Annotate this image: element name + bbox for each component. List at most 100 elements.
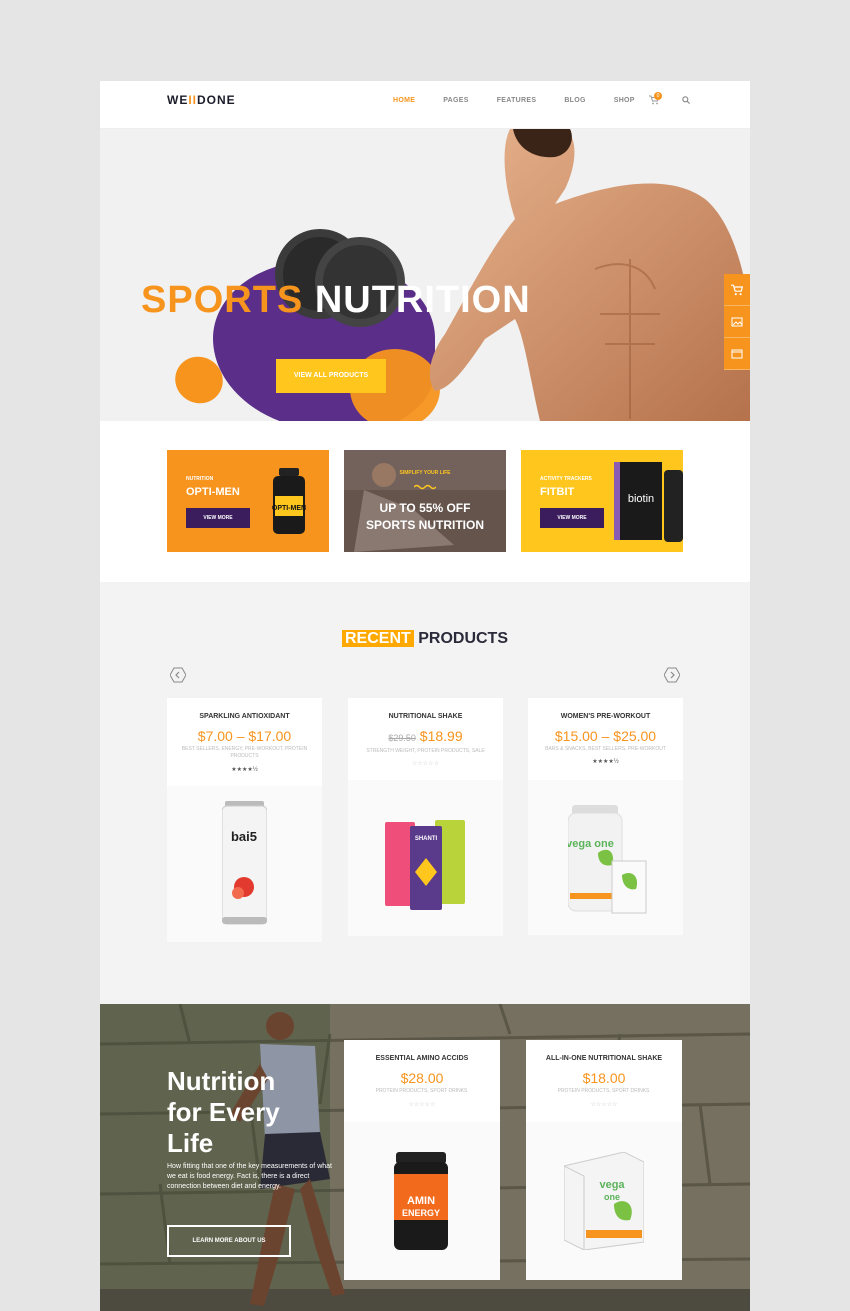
title-line: for Every [167,1097,280,1127]
svg-text:one: one [604,1192,620,1202]
carousel-next-icon[interactable] [664,667,680,683]
site-header: WEIIDONE HOME PAGES FEATURES BLOG SHOP 0 [100,81,750,129]
svg-text:SHANTI: SHANTI [415,836,438,842]
product-categories[interactable]: BARS & SNACKS, BEST SELLERS, PRE-WORKOUT [538,746,673,753]
nav-pages[interactable]: PAGES [443,97,469,104]
promo-sale[interactable]: SIMPLIFY YOUR LIFE UP TO 55% OFF SPORTS … [344,450,506,552]
price-current: $18.99 [419,728,463,744]
product-card[interactable]: ALL-IN-ONE NUTRITIONAL SHAKE $18.00 PROT… [526,1040,682,1280]
heading-rest: PRODUCTS [418,630,508,647]
product-card[interactable]: WOMEN'S PRE-WORKOUT $15.00 – $25.00 BARS… [528,698,683,935]
search-icon[interactable] [682,96,690,104]
supplement-bottle-image: OPTI-MEN [272,468,306,534]
promo-title: FITBIT [540,486,575,498]
svg-text:bai5: bai5 [231,829,257,844]
promo-kicker: NUTRITION [186,476,214,482]
title-line: Nutrition [167,1066,276,1096]
svg-text:OPTI-MEN: OPTI-MEN [272,505,306,512]
svg-text:biotin: biotin [628,493,654,505]
vega-one-tub-image: vega one [568,805,647,914]
site-logo[interactable]: WEIIDONE [167,93,236,107]
side-tab-cart[interactable] [724,274,750,306]
rating-stars: ☆☆☆☆☆ [590,1102,618,1108]
nav-home[interactable]: HOME [393,97,415,104]
promo-fitbit[interactable]: ACTIVITY TRACKERS FITBIT VIEW MORE bioti… [521,450,683,552]
product-card[interactable]: NUTRITIONAL SHAKE $29.50 $18.99 STRENGTH… [348,698,503,936]
product-image[interactable]: vega one [526,1122,682,1280]
price-current: $28.00 [400,1070,444,1086]
recent-products-section: RECENT PRODUCTS SPARKLING ANTIOXIDANT $7… [100,582,750,1004]
hero-banner: SPORTS NUTRITION VIEW ALL PRODUCTS [100,129,750,421]
cart-count-badge: 0 [654,92,662,100]
product-price: $29.50 $18.99 [348,728,503,744]
promo-kicker: SIMPLIFY YOUR LIFE [399,470,451,476]
rating-stars: ★★★★½ [592,759,619,765]
product-categories[interactable]: BEST SELLERS, ENERGY, PRE-WORKOUT, PROTE… [177,746,312,760]
rating-stars: ☆☆☆☆☆ [412,761,439,767]
product-image[interactable]: AMIN ENERGY [344,1122,500,1280]
promo-title: OPTI-MEN [186,486,240,498]
svg-text:vega: vega [599,1179,625,1191]
promo-title-line: SPORTS NUTRITION [365,518,484,532]
product-price: $28.00 [344,1070,500,1086]
logo-prefix: WE [167,93,189,107]
product-name[interactable]: NUTRITIONAL SHAKE [348,713,503,720]
product-name[interactable]: ALL-IN-ONE NUTRITIONAL SHAKE [526,1055,682,1062]
product-image[interactable]: vega one [528,780,683,935]
product-name[interactable]: WOMEN'S PRE-WORKOUT [528,713,683,720]
hero-title-rest: NUTRITION [314,279,531,321]
promo-kicker: ACTIVITY TRACKERS [540,476,592,482]
promo-banners: NUTRITION OPTI-MEN VIEW MORE OPTI-MEN SI… [100,421,750,582]
price-current: $7.00 – $17.00 [197,728,292,744]
hero-title-highlight: SPORTS [141,279,304,321]
product-categories[interactable]: STRENGTH WEIGHT, PROTEIN PRODUCTS, SALE [358,748,493,755]
price-current: $18.00 [582,1070,626,1086]
nav-shop[interactable]: SHOP [614,97,635,104]
promo-title-line: UP TO 55% OFF [379,501,471,515]
learn-more-button[interactable]: LEARN MORE ABOUT US [167,1225,291,1257]
product-image[interactable]: SHANTI [348,780,503,936]
svg-text:vega one: vega one [568,838,614,850]
view-more-button[interactable]: VIEW MORE [540,508,604,528]
vega-one-box-image: vega one [564,1152,644,1250]
price-old: $29.50 [388,733,416,743]
side-toolbar [724,274,750,370]
main-nav: HOME PAGES FEATURES BLOG SHOP [393,97,663,104]
view-more-button[interactable]: VIEW MORE [186,508,250,528]
product-image[interactable]: bai5 [167,786,322,942]
product-name[interactable]: ESSENTIAL AMINO ACCIDS [344,1055,500,1062]
bai-can-image: bai5 [222,801,267,925]
section-title: Nutrition for Every Life [167,1066,280,1159]
athlete-image [429,129,750,421]
product-card[interactable]: SPARKLING ANTIOXIDANT $7.00 – $17.00 BES… [167,698,322,942]
side-tab-demos[interactable] [724,306,750,338]
logo-accent: II [188,93,198,107]
side-tab-layout[interactable] [724,338,750,370]
window-icon [731,349,743,358]
rating-stars: ★★★★½ [231,767,258,773]
heading-highlight: RECENT [341,630,414,647]
product-name[interactable]: SPARKLING ANTIOXIDANT [167,713,322,720]
cart-icon [731,284,743,295]
biotin-box-image: biotin [614,462,683,542]
nutrition-section: Nutrition for Every Life How fitting tha… [100,1004,750,1311]
logo-suffix: DONE [197,93,236,107]
nav-blog[interactable]: BLOG [564,97,585,104]
promo-title: UP TO 55% OFF SPORTS NUTRITION [344,500,506,534]
carousel-prev-icon[interactable] [170,667,186,683]
promo-opti-men[interactable]: NUTRITION OPTI-MEN VIEW MORE OPTI-MEN [167,450,329,552]
product-price: $7.00 – $17.00 [167,728,322,744]
page: WEIIDONE HOME PAGES FEATURES BLOG SHOP 0 [100,81,750,1311]
product-card[interactable]: ESSENTIAL AMINO ACCIDS $28.00 PROTEIN PR… [344,1040,500,1280]
shanti-bars-image: SHANTI [385,820,465,910]
product-price: $15.00 – $25.00 [528,728,683,744]
title-line: Life [167,1128,214,1158]
nav-features[interactable]: FEATURES [497,97,537,104]
price-current: $15.00 – $25.00 [554,728,657,744]
image-icon [731,317,743,326]
product-categories[interactable]: PROTEIN PRODUCTS, SPORT DRINKS [354,1088,489,1095]
rating-stars: ☆☆☆☆☆ [408,1102,436,1108]
view-all-products-button[interactable]: VIEW ALL PRODUCTS [276,359,386,393]
section-heading: RECENT PRODUCTS [100,630,750,648]
product-categories[interactable]: PROTEIN PRODUCTS, SPORT DRINKS [536,1088,671,1095]
